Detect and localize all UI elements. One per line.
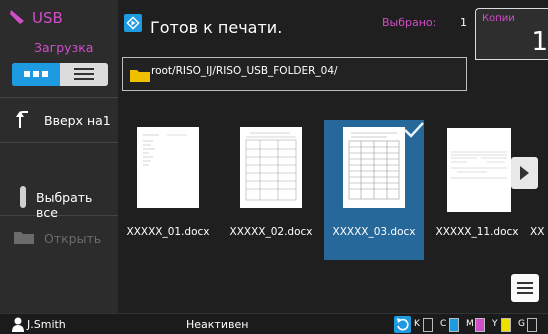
usb-label: USB (32, 9, 63, 27)
folder-path: root/RISO_IJ/RISO_USB_FOLDER_04/ (122, 57, 467, 91)
checkmark-icon (404, 122, 424, 138)
printer-status-icon (124, 14, 142, 32)
file-item[interactable]: XXXXX_11.docx (427, 120, 527, 260)
thumbnail-view-button[interactable] (12, 63, 60, 86)
document-thumbnail (240, 127, 302, 208)
file-item[interactable]: XXXXX_01.docx (118, 120, 218, 260)
user-icon (12, 317, 24, 332)
chevron-right-icon (520, 166, 529, 180)
selected-count: 1 (460, 16, 467, 29)
machine-state: Неактивен (186, 318, 249, 331)
user-name: J.Smith (27, 318, 66, 331)
file-name: XXXXX_01.docx (126, 226, 210, 238)
file-name: XXXXX_02.docx (229, 226, 313, 238)
file-item[interactable]: XXXXX_02.docx (221, 120, 321, 260)
copies-label: Копии (482, 13, 515, 24)
select-all-indicator (20, 186, 26, 208)
thumbnail-view-icon (24, 71, 48, 77)
divider (0, 97, 118, 98)
select-all-label: Выбрать все (36, 190, 93, 220)
folder-icon (14, 232, 34, 244)
usb-icon (10, 10, 24, 24)
copies-field[interactable]: Копии 1 (475, 8, 548, 60)
status-bar: J.Smith Неактивен K C M Y G (0, 313, 548, 334)
copies-value: 1 (531, 27, 548, 57)
refresh-icon[interactable] (394, 316, 411, 333)
select-all-button[interactable]: Выбрать все (0, 180, 118, 220)
sidebar: USB Загрузка Вверх на1 Выбрать все Откры… (0, 0, 118, 313)
file-item[interactable]: XX (530, 120, 548, 260)
file-name: XX (530, 226, 545, 238)
menu-button[interactable] (511, 274, 539, 302)
view-toggle (12, 63, 108, 86)
divider (0, 142, 118, 143)
list-view-icon (74, 68, 94, 83)
path-text: root/RISO_IJ/RISO_USB_FOLDER_04/ (151, 65, 338, 77)
next-page-button[interactable] (511, 157, 538, 189)
file-name: XXXXX_11.docx (435, 226, 519, 238)
file-name: XXXXX_03.docx (332, 226, 416, 238)
selected-count-label: Выбрано: (382, 16, 437, 29)
usb-subtitle: Загрузка (34, 40, 94, 55)
document-thumbnail (447, 128, 511, 212)
status-message: Готов к печати. (150, 18, 283, 37)
file-item-selected[interactable]: XXXXX_03.docx (324, 120, 424, 260)
up-one-level-label: Вверх на1 (44, 113, 111, 128)
folder-icon (130, 70, 150, 82)
open-label: Открыть (44, 231, 102, 246)
document-thumbnail (137, 127, 199, 208)
file-browser: Готов к печати. Выбрано: 1 Копии 1 root/… (118, 0, 548, 313)
up-arrow-icon (16, 111, 28, 128)
up-one-level-button[interactable]: Вверх на1 (0, 103, 118, 139)
open-button[interactable]: Открыть (0, 222, 118, 252)
list-view-button[interactable] (60, 63, 108, 86)
document-thumbnail (343, 127, 405, 208)
